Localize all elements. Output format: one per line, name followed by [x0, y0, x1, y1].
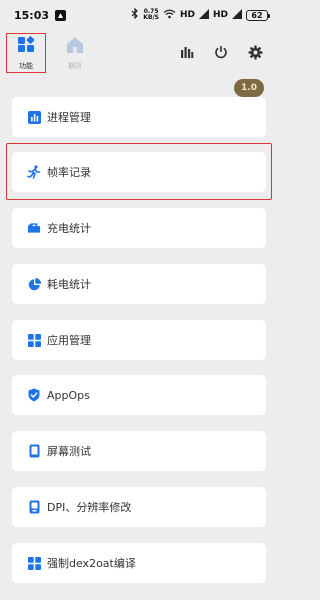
menu-item-charging-stats[interactable]: 充电统计 [12, 208, 266, 248]
menu-item-force-dex2oat[interactable]: 强制dex2oat编译 [12, 543, 266, 583]
menu-item-label: 应用管理 [47, 334, 91, 347]
grid-blocks-icon [17, 35, 35, 58]
tab-function-label: 功能 [19, 61, 33, 70]
bluetooth-icon [131, 7, 139, 22]
tab-futures-label: 期货 [68, 61, 82, 70]
menu-item-dpi-resolution[interactable]: DPI、分辨率修改 [12, 487, 266, 527]
menu-item-label: 充电统计 [47, 222, 91, 235]
bar-chart-icon[interactable] [178, 43, 196, 61]
battery-indicator: 62 [246, 9, 270, 21]
power-icon[interactable] [212, 43, 230, 61]
menu-item-screen-test[interactable]: 屏幕测试 [12, 431, 266, 471]
apps-grid-icon [27, 333, 41, 347]
tab-futures[interactable]: 期货 [55, 33, 95, 73]
phone-screen-icon [27, 444, 41, 458]
network-type-1: HD [179, 10, 195, 20]
shield-check-icon [27, 388, 41, 402]
status-time: 15:03 [14, 8, 50, 22]
signal-icon-2 [232, 8, 242, 22]
menu-item-label: AppOps [47, 388, 90, 402]
home-icon [65, 36, 85, 58]
menu-item-label: 强制dex2oat编译 [47, 557, 136, 570]
wifi-icon [163, 9, 176, 22]
process-chart-icon [27, 110, 41, 124]
menu-item-appops[interactable]: AppOps [12, 375, 266, 415]
menu-item-label: 耗电统计 [47, 278, 91, 291]
notification-app-icon [55, 9, 67, 21]
menu-item-frame-rate-record[interactable]: 帧率记录 [12, 152, 266, 192]
menu-item-app-management[interactable]: 应用管理 [12, 320, 266, 360]
runner-icon [27, 165, 41, 179]
net-speed: 0.75 KB/S [143, 8, 159, 21]
pie-chart-icon [27, 277, 41, 291]
menu-item-label: 进程管理 [47, 111, 91, 124]
version-badge: 1.0 [234, 79, 264, 97]
menu-item-label: 帧率记录 [47, 166, 91, 179]
menu-item-label: DPI、分辨率修改 [47, 501, 132, 514]
compile-grid-icon [27, 556, 41, 570]
dpi-icon [27, 500, 41, 514]
signal-icon-1 [198, 8, 209, 22]
network-type-2: HD [212, 10, 228, 20]
charger-icon [27, 221, 41, 235]
tab-function[interactable]: 功能 [6, 33, 46, 73]
gear-icon[interactable] [246, 43, 264, 61]
menu-item-label: 屏幕测试 [47, 445, 91, 458]
menu-item-process-management[interactable]: 进程管理 [12, 97, 266, 137]
menu-item-power-consumption-stats[interactable]: 耗电统计 [12, 264, 266, 304]
status-bar: 15:03 0.75 KB/S HD HD 62 [0, 0, 280, 30]
top-nav: 功能 期货 [0, 30, 280, 76]
